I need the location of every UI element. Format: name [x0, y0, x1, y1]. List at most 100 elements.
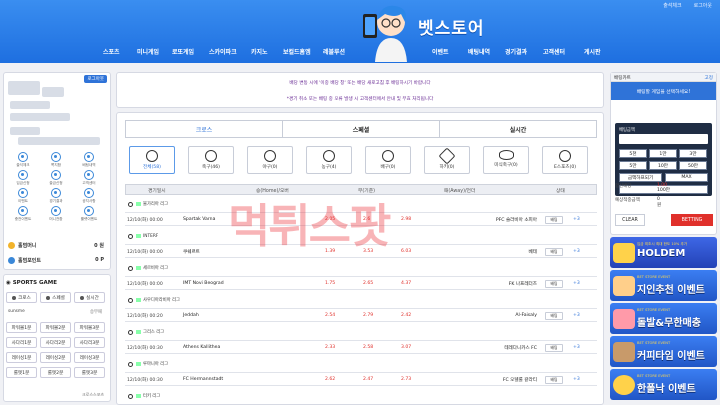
home-team[interactable]: Jeddah: [183, 313, 199, 318]
game-button[interactable]: 레이싱3분: [74, 352, 105, 363]
bet-status-button[interactable]: 배팅: [545, 248, 563, 256]
away-odds[interactable]: 6.03: [401, 249, 411, 254]
sport-esports[interactable]: E스포츠(0): [542, 146, 588, 174]
quick-deposit[interactable]: 입금신청: [8, 170, 38, 186]
home-team[interactable]: FC Hermannstadt: [183, 377, 223, 382]
sport-baseball[interactable]: 야구(0): [247, 146, 293, 174]
quick-bet-history[interactable]: 배팅내역: [74, 152, 104, 168]
nav-skypark[interactable]: 스카이파크: [209, 47, 237, 56]
game-button[interactable]: 레이싱1분: [6, 352, 37, 363]
amount-button[interactable]: 50만: [679, 161, 707, 170]
more-markets-link[interactable]: +3: [573, 249, 580, 254]
sports-game-footer[interactable]: 크로스스포츠: [82, 392, 104, 398]
game-button[interactable]: 룰렛3분: [74, 367, 105, 378]
nav-holdem[interactable]: 보컬드홈엠: [283, 47, 311, 56]
nav-bet-history[interactable]: 배팅내역: [468, 47, 490, 56]
home-team[interactable]: IMT Novi Beograd: [183, 281, 224, 286]
nav-casino[interactable]: 카지노: [251, 47, 268, 56]
game-button[interactable]: 룰렛2분: [40, 367, 71, 378]
amount-button[interactable]: 5만: [619, 161, 647, 170]
nav-support[interactable]: 고객센터: [543, 47, 565, 56]
quick-support[interactable]: 고객센터: [74, 170, 104, 186]
sport-football[interactable]: 미식축구(0): [483, 146, 529, 174]
game-button[interactable]: 사다리1분: [6, 337, 37, 348]
bonus-recharge-banner[interactable]: BET STORE EVENT 돌발&무한매충: [610, 303, 717, 334]
quick-money-convert[interactable]: 머니전환: [41, 206, 71, 222]
quick-charge-event[interactable]: 충전이벤트: [8, 206, 38, 222]
game-button[interactable]: 파워볼2분: [40, 322, 71, 333]
away-odds[interactable]: 3.07: [401, 345, 411, 350]
bet-status-button[interactable]: 배팅: [545, 216, 563, 224]
tab-cross[interactable]: 크로스: [126, 121, 283, 137]
coffee-time-banner[interactable]: BET STORE EVENT 커피타임 이벤트: [610, 336, 717, 367]
sport-soccer[interactable]: 축구(46): [188, 146, 234, 174]
home-odds[interactable]: 2.62: [325, 377, 335, 382]
away-odds[interactable]: 2.42: [401, 313, 411, 318]
amount-button[interactable]: 3만: [679, 149, 707, 158]
game-button[interactable]: 레이싱2분: [40, 352, 71, 363]
live-button[interactable]: 실시간: [74, 292, 105, 303]
tab-live[interactable]: 실시간: [440, 121, 596, 137]
bet-status-button[interactable]: 배팅: [545, 312, 563, 320]
home-team[interactable]: Athens Kallithea: [183, 345, 220, 350]
quick-notice[interactable]: 공지사항: [74, 188, 104, 204]
away-team[interactable]: FC 오텔룰 갈라티: [503, 377, 537, 383]
game-button[interactable]: 파워볼1분: [6, 322, 37, 333]
quick-event[interactable]: 이벤트: [8, 188, 38, 204]
draw-odds[interactable]: 2.79: [363, 313, 373, 318]
home-team[interactable]: 쿠쉐르트: [183, 249, 200, 255]
away-team[interactable]: 테레다니카스 FC: [504, 345, 537, 351]
clear-button[interactable]: CLEAR: [615, 214, 645, 226]
more-markets-link[interactable]: +3: [573, 313, 580, 318]
site-logo-text[interactable]: 벳스토어: [418, 14, 485, 39]
logout-badge[interactable]: 로그아웃: [84, 75, 107, 83]
nav-event[interactable]: 이벤트: [432, 47, 449, 56]
away-team[interactable]: PFC 슬라비아 소피아: [496, 217, 537, 223]
bet-amount-input[interactable]: [619, 134, 708, 144]
home-odds[interactable]: 1.39: [325, 249, 335, 254]
draw-odds[interactable]: 2.58: [363, 345, 373, 350]
home-odds[interactable]: 1.75: [325, 281, 335, 286]
bet-status-button[interactable]: 배팅: [545, 280, 563, 288]
away-team[interactable]: FK 나프레더즈: [509, 281, 537, 287]
home-team[interactable]: Spartak Varna: [183, 217, 215, 222]
sport-hockey[interactable]: 하키(0): [424, 146, 470, 174]
bet-status-button[interactable]: 배팅: [545, 376, 563, 384]
game-button[interactable]: 사다리2분: [40, 337, 71, 348]
attendance-link[interactable]: 출석체크: [663, 2, 681, 9]
sport-all[interactable]: 전체(58): [129, 146, 175, 174]
quick-message[interactable]: 쪽지함: [41, 152, 71, 168]
bet-slip-fix-toggle[interactable]: 고정: [705, 75, 713, 81]
draw-odds[interactable]: 2.65: [363, 281, 373, 286]
quick-roulette[interactable]: 룰렛이벤트: [74, 206, 104, 222]
nav-revolution[interactable]: 레블루션: [323, 47, 345, 56]
one-miss-event-banner[interactable]: BET STORE EVENT 한폴낙 이벤트: [610, 369, 717, 400]
game-button[interactable]: 파워볼3분: [74, 322, 105, 333]
more-markets-link[interactable]: +3: [573, 281, 580, 286]
quick-withdraw[interactable]: 출금신청: [41, 170, 71, 186]
holdem-banner[interactable]: 입금 최초시 최대 한도 10% 추가 HOLDEM: [610, 237, 717, 268]
away-odds[interactable]: 2.98: [401, 217, 411, 222]
bet-status-button[interactable]: 배팅: [545, 344, 563, 352]
home-odds[interactable]: 2.54: [325, 313, 335, 318]
away-odds[interactable]: 2.73: [401, 377, 411, 382]
away-odds[interactable]: 4.37: [401, 281, 411, 286]
home-odds[interactable]: 2.33: [325, 345, 335, 350]
tab-special[interactable]: 스페셜: [283, 121, 440, 137]
sport-basketball[interactable]: 농구(4): [306, 146, 352, 174]
more-markets-link[interactable]: +3: [573, 377, 580, 382]
logout-link[interactable]: 로그아웃: [694, 2, 712, 9]
amount-button[interactable]: 1만: [649, 149, 677, 158]
nav-results[interactable]: 경기결과: [505, 47, 527, 56]
half-amount-button[interactable]: 금액하프되기: [619, 173, 662, 182]
nav-minigame[interactable]: 미니게임: [137, 47, 159, 56]
nav-lotto[interactable]: 로또게임: [172, 47, 194, 56]
quick-results[interactable]: 경기결과: [41, 188, 71, 204]
draw-odds[interactable]: 3.53: [363, 249, 373, 254]
draw-odds[interactable]: 2.47: [363, 377, 373, 382]
betting-button[interactable]: BETTING: [671, 214, 713, 226]
game-button[interactable]: 사다리3분: [74, 337, 105, 348]
away-team[interactable]: Al-Faisaly: [515, 313, 537, 318]
special-button[interactable]: 스페셜: [40, 292, 71, 303]
cross-button[interactable]: 크로스: [6, 292, 37, 303]
